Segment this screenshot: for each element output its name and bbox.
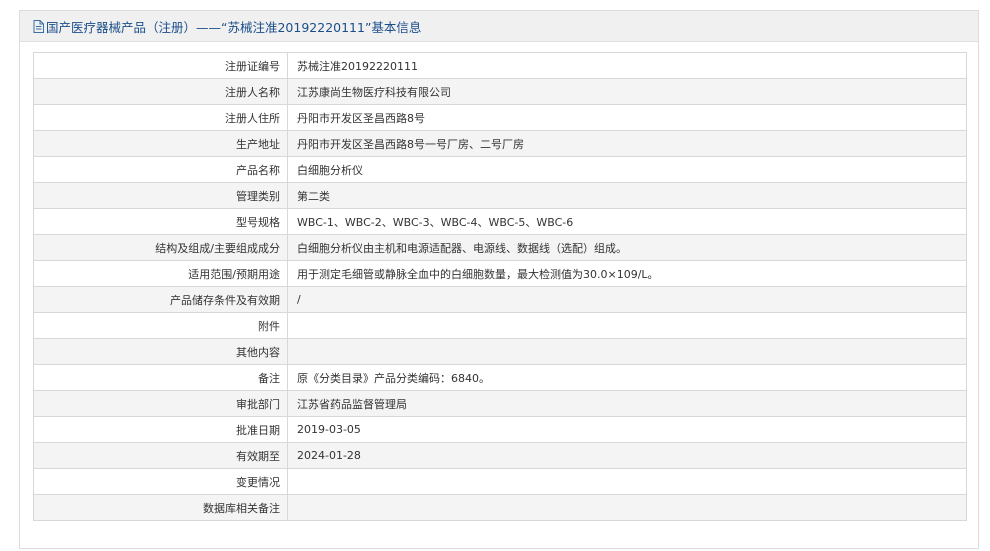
table-row: 管理类别 第二类 <box>33 182 967 209</box>
field-label: 变更情况 <box>33 468 288 495</box>
field-value: 2019-03-05 <box>287 416 967 443</box>
field-value: / <box>287 286 967 313</box>
field-value: WBC-1、WBC-2、WBC-3、WBC-4、WBC-5、WBC-6 <box>287 208 967 235</box>
field-value <box>287 338 967 365</box>
field-label: 附件 <box>33 312 288 339</box>
field-value <box>287 468 967 495</box>
table-row: 变更情况 <box>33 468 967 495</box>
table-row: 注册人名称 江苏康尚生物医疗科技有限公司 <box>33 78 967 105</box>
page-title: 国产医疗器械产品（注册）——“苏械注准20192220111”基本信息 <box>46 19 422 35</box>
detail-panel: 国产医疗器械产品（注册）——“苏械注准20192220111”基本信息 注册证编… <box>19 10 979 549</box>
table-row: 备注 原《分类目录》产品分类编码：6840。 <box>33 364 967 391</box>
table-row: 型号规格 WBC-1、WBC-2、WBC-3、WBC-4、WBC-5、WBC-6 <box>33 208 967 235</box>
field-value: 江苏康尚生物医疗科技有限公司 <box>287 78 967 105</box>
table-row: 产品储存条件及有效期 / <box>33 286 967 313</box>
field-label: 注册人名称 <box>33 78 288 105</box>
field-value: 白细胞分析仪 <box>287 156 967 183</box>
info-table: 注册证编号 苏械注准20192220111 注册人名称 江苏康尚生物医疗科技有限公司注… <box>33 52 967 521</box>
field-label: 其他内容 <box>33 338 288 365</box>
field-label: 数据库相关备注 <box>33 494 288 521</box>
field-value: 白细胞分析仪由主机和电源适配器、电源线、数据线（选配）组成。 <box>287 234 967 261</box>
field-value: 丹阳市开发区圣昌西路8号 <box>287 104 967 131</box>
field-label: 批准日期 <box>33 416 288 443</box>
field-label: 注册证编号 <box>33 52 288 79</box>
field-value: 原《分类目录》产品分类编码：6840。 <box>287 364 967 391</box>
table-row: 附件 <box>33 312 967 339</box>
field-label: 产品储存条件及有效期 <box>33 286 288 313</box>
field-value: 2024-01-28 <box>287 442 967 469</box>
table-row: 批准日期 2019-03-05 <box>33 416 967 443</box>
field-label: 注册人住所 <box>33 104 288 131</box>
field-value: 第二类 <box>287 182 967 209</box>
table-row: 注册人住所 丹阳市开发区圣昌西路8号 <box>33 104 967 131</box>
field-label: 产品名称 <box>33 156 288 183</box>
table-row: 结构及组成/主要组成成分 白细胞分析仪由主机和电源适配器、电源线、数据线（选配）组… <box>33 234 967 261</box>
field-value: 苏械注准20192220111 <box>287 52 967 79</box>
table-row: 审批部门 江苏省药品监督管理局 <box>33 390 967 417</box>
field-label: 结构及组成/主要组成成分 <box>33 234 288 261</box>
field-label: 审批部门 <box>33 390 288 417</box>
field-value: 江苏省药品监督管理局 <box>287 390 967 417</box>
table-row: 数据库相关备注 <box>33 494 967 521</box>
field-label: 有效期至 <box>33 442 288 469</box>
table-row: 有效期至 2024-01-28 <box>33 442 967 469</box>
table-row: 生产地址 丹阳市开发区圣昌西路8号一号厂房、二号厂房 <box>33 130 967 157</box>
table-row: 适用范围/预期用途 用于测定毛细管或静脉全血中的白细胞数量，最大检测值为30.0×… <box>33 260 967 287</box>
field-label: 生产地址 <box>33 130 288 157</box>
table-row: 产品名称 白细胞分析仪 <box>33 156 967 183</box>
field-value <box>287 494 967 521</box>
field-label: 备注 <box>33 364 288 391</box>
field-label: 管理类别 <box>33 182 288 209</box>
table-row: 注册证编号 苏械注准20192220111 <box>33 52 967 79</box>
field-value: 丹阳市开发区圣昌西路8号一号厂房、二号厂房 <box>287 130 967 157</box>
field-value <box>287 312 967 339</box>
field-value: 用于测定毛细管或静脉全血中的白细胞数量，最大检测值为30.0×109/L。 <box>287 260 967 287</box>
panel-header: 国产医疗器械产品（注册）——“苏械注准20192220111”基本信息 <box>20 11 978 42</box>
table-row: 其他内容 <box>33 338 967 365</box>
field-label: 型号规格 <box>33 208 288 235</box>
document-icon <box>33 19 44 33</box>
field-label: 适用范围/预期用途 <box>33 260 288 287</box>
